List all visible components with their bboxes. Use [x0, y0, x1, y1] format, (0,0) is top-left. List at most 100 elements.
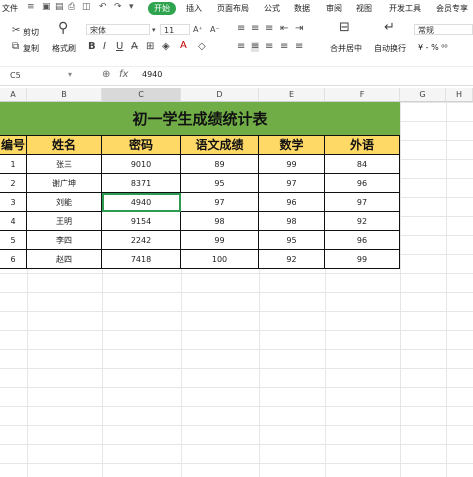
- header-cell-name[interactable]: 姓名: [27, 136, 102, 155]
- selected-cell-c5[interactable]: 4940: [102, 193, 181, 212]
- table-cell[interactable]: 赵四: [27, 250, 102, 269]
- cut-icon[interactable]: ✂: [12, 26, 20, 36]
- font-color-icon[interactable]: A: [180, 41, 187, 51]
- header-cell-chinese[interactable]: 语文成绩: [181, 136, 259, 155]
- merge-center-button[interactable]: 合并居中: [330, 43, 362, 54]
- table-cell[interactable]: 97: [181, 193, 259, 212]
- quick-access-dropdown-icon[interactable]: ▾: [129, 3, 138, 12]
- table-cell[interactable]: 2242: [102, 231, 181, 250]
- column-header-f[interactable]: F: [325, 88, 400, 102]
- header-cell-password[interactable]: 密码: [102, 136, 181, 155]
- table-cell[interactable]: 9010: [102, 155, 181, 174]
- header-cell-id[interactable]: 编号: [0, 136, 27, 155]
- tab-data[interactable]: 数据: [294, 3, 310, 14]
- header-cell-english[interactable]: 外语: [325, 136, 400, 155]
- align-center-icon[interactable]: ≡: [251, 42, 260, 52]
- wrap-text-button[interactable]: 自动换行: [374, 43, 406, 54]
- tab-page-layout[interactable]: 页面布局: [217, 3, 249, 14]
- column-header-a[interactable]: A: [0, 88, 27, 102]
- fx-icon[interactable]: fx: [119, 69, 128, 80]
- tab-view[interactable]: 视图: [356, 3, 372, 14]
- tab-insert[interactable]: 插入: [186, 3, 202, 14]
- cut-button[interactable]: 剪切: [23, 27, 39, 38]
- column-header-d[interactable]: D: [181, 88, 259, 102]
- table-cell[interactable]: 96: [259, 193, 325, 212]
- tab-start[interactable]: 开始: [148, 2, 176, 15]
- copy-icon[interactable]: ⧉: [12, 42, 19, 52]
- print-icon[interactable]: ⎙: [68, 3, 77, 12]
- column-header-h[interactable]: H: [446, 88, 473, 102]
- tab-formulas[interactable]: 公式: [264, 3, 280, 14]
- font-name-select[interactable]: 宋体: [86, 24, 150, 35]
- table-cell[interactable]: 89: [181, 155, 259, 174]
- table-cell[interactable]: 张三: [27, 155, 102, 174]
- copy-button[interactable]: 复制: [23, 43, 39, 54]
- column-header-c[interactable]: C: [102, 88, 181, 102]
- sheet-title[interactable]: 初一学生成绩统计表: [0, 102, 400, 136]
- table-cell[interactable]: 1: [0, 155, 27, 174]
- undo-icon[interactable]: ↶: [99, 3, 108, 12]
- clear-format-icon[interactable]: ◇: [198, 42, 206, 52]
- table-cell[interactable]: 95: [259, 231, 325, 250]
- decrease-font-icon[interactable]: A⁻: [210, 25, 220, 35]
- tab-review[interactable]: 审阅: [326, 3, 342, 14]
- align-right-icon[interactable]: ≡: [265, 42, 273, 52]
- table-cell[interactable]: 2: [0, 174, 27, 193]
- align-middle-icon[interactable]: ≡: [251, 24, 259, 34]
- distribute-icon[interactable]: ≡: [295, 42, 303, 52]
- justify-icon[interactable]: ≡: [280, 42, 288, 52]
- header-cell-math[interactable]: 数学: [259, 136, 325, 155]
- font-name-chevron-down-icon[interactable]: ▾: [152, 25, 156, 35]
- table-cell[interactable]: 谢广坤: [27, 174, 102, 193]
- table-cell[interactable]: 84: [325, 155, 400, 174]
- table-cell[interactable]: 92: [259, 250, 325, 269]
- italic-icon[interactable]: I: [103, 42, 106, 52]
- table-cell[interactable]: 99: [325, 250, 400, 269]
- zoom-search-icon[interactable]: ⊕: [102, 69, 110, 80]
- table-cell[interactable]: 4: [0, 212, 27, 231]
- table-cell[interactable]: 95: [181, 174, 259, 193]
- table-cell[interactable]: 98: [259, 212, 325, 231]
- table-cell[interactable]: 9154: [102, 212, 181, 231]
- border-icon[interactable]: ⊞: [146, 42, 154, 52]
- paintbrush-icon[interactable]: ⚲: [58, 21, 68, 35]
- menu-file[interactable]: 文件: [2, 3, 18, 14]
- name-box-chevron-down-icon[interactable]: ▾: [68, 70, 72, 79]
- underline-icon[interactable]: U: [116, 42, 123, 52]
- merge-cells-icon[interactable]: ⊟: [339, 21, 350, 34]
- increase-font-icon[interactable]: A⁺: [193, 25, 203, 35]
- menu-more-icon[interactable]: ≡: [27, 3, 36, 12]
- table-cell[interactable]: 99: [181, 231, 259, 250]
- column-header-g[interactable]: G: [400, 88, 446, 102]
- table-cell[interactable]: 97: [259, 174, 325, 193]
- table-cell[interactable]: 李四: [27, 231, 102, 250]
- font-size-select[interactable]: 11: [160, 24, 190, 35]
- table-cell[interactable]: 8371: [102, 174, 181, 193]
- formula-input[interactable]: 4940: [142, 70, 162, 79]
- format-painter-button[interactable]: 格式刷: [52, 43, 76, 54]
- export-icon[interactable]: ▤: [55, 3, 64, 12]
- wrap-text-icon[interactable]: ↵: [384, 21, 395, 34]
- column-header-b[interactable]: B: [27, 88, 102, 102]
- table-cell[interactable]: 97: [325, 193, 400, 212]
- save-icon[interactable]: ▣: [42, 3, 51, 12]
- align-bottom-icon[interactable]: ≡: [265, 24, 273, 34]
- table-cell[interactable]: 100: [181, 250, 259, 269]
- table-cell[interactable]: 刘能: [27, 193, 102, 212]
- table-cell[interactable]: 99: [259, 155, 325, 174]
- table-cell[interactable]: 92: [325, 212, 400, 231]
- align-top-icon[interactable]: ≡: [237, 24, 245, 34]
- number-format-buttons[interactable]: ¥ - % ⁰⁰: [418, 43, 448, 52]
- strikethrough-icon[interactable]: A̶: [131, 42, 138, 52]
- table-cell[interactable]: 3: [0, 193, 27, 212]
- redo-icon[interactable]: ↷: [114, 3, 123, 12]
- tab-member[interactable]: 会员专享: [436, 3, 468, 14]
- table-cell[interactable]: 6: [0, 250, 27, 269]
- fill-color-icon[interactable]: ◈: [162, 42, 170, 52]
- table-cell[interactable]: 5: [0, 231, 27, 250]
- table-cell[interactable]: 96: [325, 231, 400, 250]
- table-cell[interactable]: 7418: [102, 250, 181, 269]
- indent-decrease-icon[interactable]: ⇤: [280, 24, 288, 34]
- table-cell[interactable]: 96: [325, 174, 400, 193]
- bold-icon[interactable]: B: [88, 42, 96, 52]
